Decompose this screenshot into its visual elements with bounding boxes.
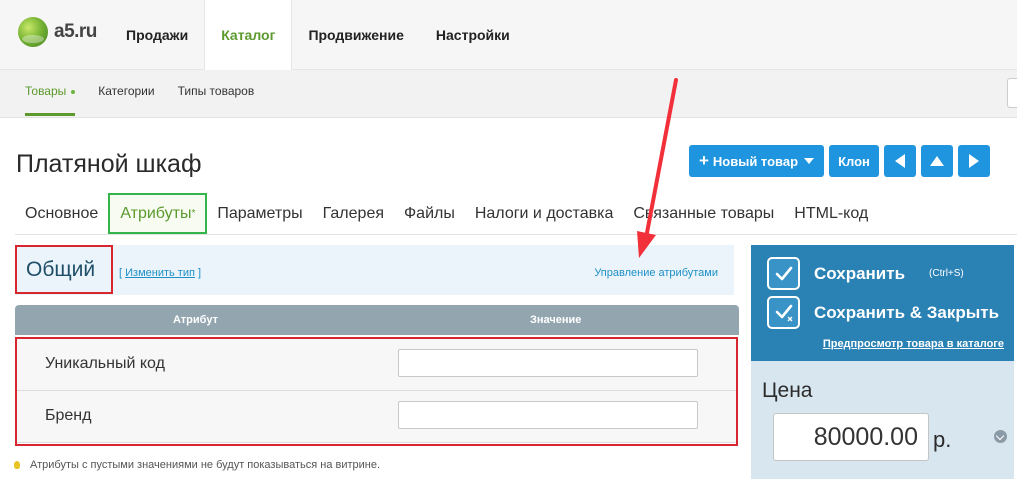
price-panel: Цена р. <box>751 361 1014 479</box>
price-currency: р. <box>933 427 952 452</box>
bracket-close: ] <box>198 267 202 279</box>
arrow-up-icon <box>930 156 944 166</box>
lightbulb-icon <box>14 461 20 469</box>
main-nav: Продажи Каталог Продвижение Настройки <box>110 0 526 70</box>
plus-icon: + <box>698 151 709 170</box>
hint-text: Атрибуты с пустыми значениями не будут п… <box>30 459 381 471</box>
attributes-table-header: Атрибут Значение <box>15 305 739 335</box>
tab-related-products[interactable]: Связанные товары <box>623 193 784 234</box>
table-row: Бренд <box>17 391 736 443</box>
bracket-open: [ <box>119 267 123 279</box>
change-type-link[interactable]: Изменить тип <box>125 267 195 279</box>
save-panel: Сохранить (Ctrl+S) Сохранить & Закрыть П… <box>751 245 1014 361</box>
product-tabs: Основное Атрибуты* Параметры Галерея Фай… <box>15 193 1017 235</box>
save-and-close-label: Сохранить & Закрыть <box>814 302 1000 322</box>
column-header-value: Значение <box>530 314 582 326</box>
arrow-left-icon <box>895 154 905 168</box>
preview-in-catalog-link[interactable]: Предпросмотр товара в каталоге <box>823 338 1004 350</box>
nav-item-promotion[interactable]: Продвижение <box>292 0 419 70</box>
tab-files[interactable]: Файлы <box>394 193 465 234</box>
checkmark-close-icon <box>767 296 800 329</box>
subnav-item-products[interactable]: Товары <box>25 70 76 116</box>
attribute-group-header: Общий [ Изменить тип ] Управление атрибу… <box>15 245 734 295</box>
next-product-button[interactable] <box>958 145 990 177</box>
attributes-table: Уникальный код Бренд <box>15 337 738 446</box>
unique-code-input[interactable] <box>398 349 698 377</box>
save-label: Сохранить <box>814 263 906 283</box>
new-product-button[interactable]: + Новый товар <box>689 145 824 177</box>
page-title: Платяной шкаф <box>16 150 202 178</box>
tab-taxes-delivery[interactable]: Налоги и доставка <box>465 193 624 234</box>
nav-item-settings[interactable]: Настройки <box>420 0 526 70</box>
previous-product-button[interactable] <box>884 145 916 177</box>
unsaved-mark: * <box>191 208 196 219</box>
search-box-edge[interactable] <box>1007 78 1017 108</box>
tab-attributes[interactable]: Атрибуты* <box>108 193 208 234</box>
manage-attributes-link[interactable]: Управление атрибутами <box>594 267 718 279</box>
product-toolbar: + Новый товар Клон <box>689 145 995 177</box>
tab-html-code[interactable]: HTML-код <box>784 193 878 234</box>
clone-button[interactable]: Клон <box>829 145 879 177</box>
logo-globe-icon <box>18 17 48 47</box>
active-dot-icon <box>71 89 76 94</box>
chevron-down-icon <box>804 158 815 164</box>
save-button[interactable]: Сохранить (Ctrl+S) <box>767 257 964 290</box>
group-title: Общий <box>15 245 113 294</box>
empty-values-hint: Атрибуты с пустыми значениями не будут п… <box>14 459 380 471</box>
new-product-label: Новый товар <box>712 153 799 169</box>
table-row: Уникальный код <box>17 339 736 391</box>
brand-input[interactable] <box>398 401 698 429</box>
logo-text: a5.ru <box>54 21 97 42</box>
attribute-label: Уникальный код <box>45 355 165 372</box>
top-navbar: a5.ru Продажи Каталог Продвижение Настро… <box>0 0 1017 70</box>
arrow-right-icon <box>969 154 979 168</box>
tab-parameters[interactable]: Параметры <box>207 193 312 234</box>
nav-item-sales[interactable]: Продажи <box>110 0 204 70</box>
subnav-item-products-label: Товары <box>25 84 67 98</box>
subnav-item-categories[interactable]: Категории <box>98 70 154 118</box>
up-button[interactable] <box>921 145 953 177</box>
expand-chevron-icon[interactable] <box>994 430 1007 443</box>
subnav-item-product-types[interactable]: Типы товаров <box>178 70 255 118</box>
nav-item-catalog[interactable]: Каталог <box>204 0 293 70</box>
sub-navbar: Товары Категории Типы товаров <box>0 70 1017 118</box>
checkmark-icon <box>767 257 800 290</box>
sub-nav: Товары Категории Типы товаров <box>25 70 277 118</box>
save-and-close-button[interactable]: Сохранить & Закрыть <box>767 296 999 329</box>
tab-gallery[interactable]: Галерея <box>313 193 394 234</box>
column-header-attribute: Атрибут <box>173 314 218 326</box>
save-hotkey: (Ctrl+S) <box>929 268 964 279</box>
change-type: [ Изменить тип ] <box>119 267 201 279</box>
price-input[interactable] <box>773 413 929 461</box>
tab-general[interactable]: Основное <box>15 193 108 234</box>
logo[interactable]: a5.ru <box>18 17 97 47</box>
attribute-label: Бренд <box>45 407 92 424</box>
tab-attributes-label: Атрибуты <box>120 205 192 222</box>
price-label: Цена <box>762 379 813 402</box>
